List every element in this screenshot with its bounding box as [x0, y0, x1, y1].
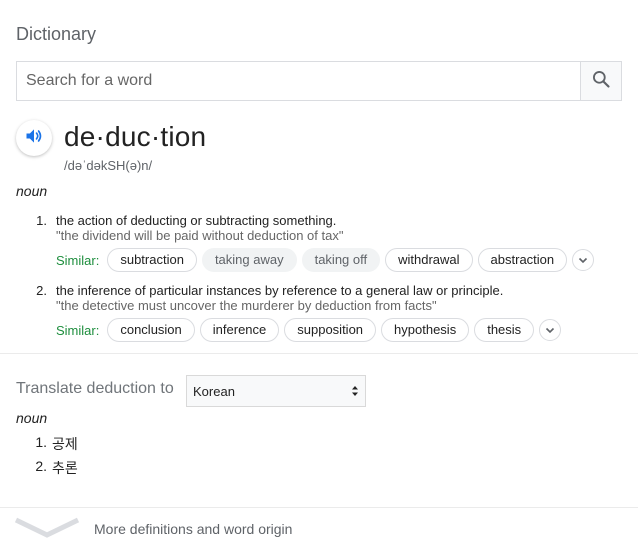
- search-input[interactable]: [17, 62, 580, 100]
- more-definitions-label: More definitions and word origin: [94, 521, 293, 537]
- sense-example: "the detective must uncover the murderer…: [56, 298, 437, 313]
- language-select[interactable]: Korean: [186, 375, 366, 407]
- translation-list: 1. 공제 2. 추론: [16, 434, 78, 482]
- phonetic: /dəˈdəkSH(ə)n/: [64, 158, 153, 173]
- similar-chip[interactable]: hypothesis: [381, 318, 470, 342]
- widget-title: Dictionary: [16, 24, 97, 44]
- search-icon: [591, 69, 611, 94]
- similar-row: Similar: conclusion inference suppositio…: [56, 318, 562, 342]
- similar-chip[interactable]: inference: [199, 318, 280, 342]
- similar-row: Similar: subtraction taking away taking …: [56, 248, 595, 272]
- more-definitions-link[interactable]: More definitions and word origin: [0, 508, 638, 548]
- similar-label: Similar:: [56, 322, 100, 338]
- select-arrows-icon: [351, 385, 359, 397]
- translation-text: 공제: [52, 436, 78, 452]
- part-of-speech: noun: [16, 183, 48, 199]
- similar-chip[interactable]: abstraction: [477, 248, 568, 272]
- speaker-icon: [24, 126, 44, 151]
- similar-chip[interactable]: taking away: [201, 248, 297, 272]
- translation-item: 1. 공제: [16, 434, 78, 458]
- sense-definition: the action of deducting or subtracting s…: [56, 213, 337, 228]
- chevron-down-icon: [546, 327, 555, 334]
- similar-chip[interactable]: conclusion: [107, 318, 195, 342]
- similar-chip[interactable]: withdrawal: [385, 248, 473, 272]
- similar-label: Similar:: [56, 252, 100, 268]
- chevron-down-icon: [579, 257, 588, 264]
- similar-chip[interactable]: taking off: [301, 248, 381, 272]
- translation-item: 2. 추론: [16, 458, 78, 482]
- headword: de·duc·tion: [64, 121, 207, 152]
- chevron-down-icon: [14, 514, 80, 545]
- translation-number: 2.: [35, 458, 47, 474]
- sense-number: 1.: [36, 213, 47, 228]
- translation-text: 추론: [52, 460, 78, 476]
- expand-similar-button[interactable]: [539, 319, 562, 341]
- sense-example: "the dividend will be paid without deduc…: [56, 228, 344, 243]
- similar-chip[interactable]: subtraction: [107, 248, 197, 272]
- search-button[interactable]: [580, 62, 621, 100]
- translation-part-of-speech: noun: [16, 410, 48, 426]
- similar-chip[interactable]: thesis: [474, 318, 535, 342]
- sense-number: 2.: [36, 283, 47, 298]
- section-divider: [0, 353, 638, 354]
- search-box: [16, 61, 622, 101]
- translation-number: 1.: [35, 434, 47, 450]
- translate-label: Translate deduction to: [16, 380, 174, 397]
- dictionary-card: Dictionary de·duc·tion /dəˈdəkSH(ə)n/ no…: [0, 0, 638, 548]
- language-select-value: Korean: [193, 383, 235, 399]
- expand-similar-button[interactable]: [572, 249, 595, 271]
- pronunciation-button[interactable]: [16, 120, 52, 156]
- sense-definition: the inference of particular instances by…: [56, 283, 504, 298]
- similar-chip[interactable]: supposition: [284, 318, 377, 342]
